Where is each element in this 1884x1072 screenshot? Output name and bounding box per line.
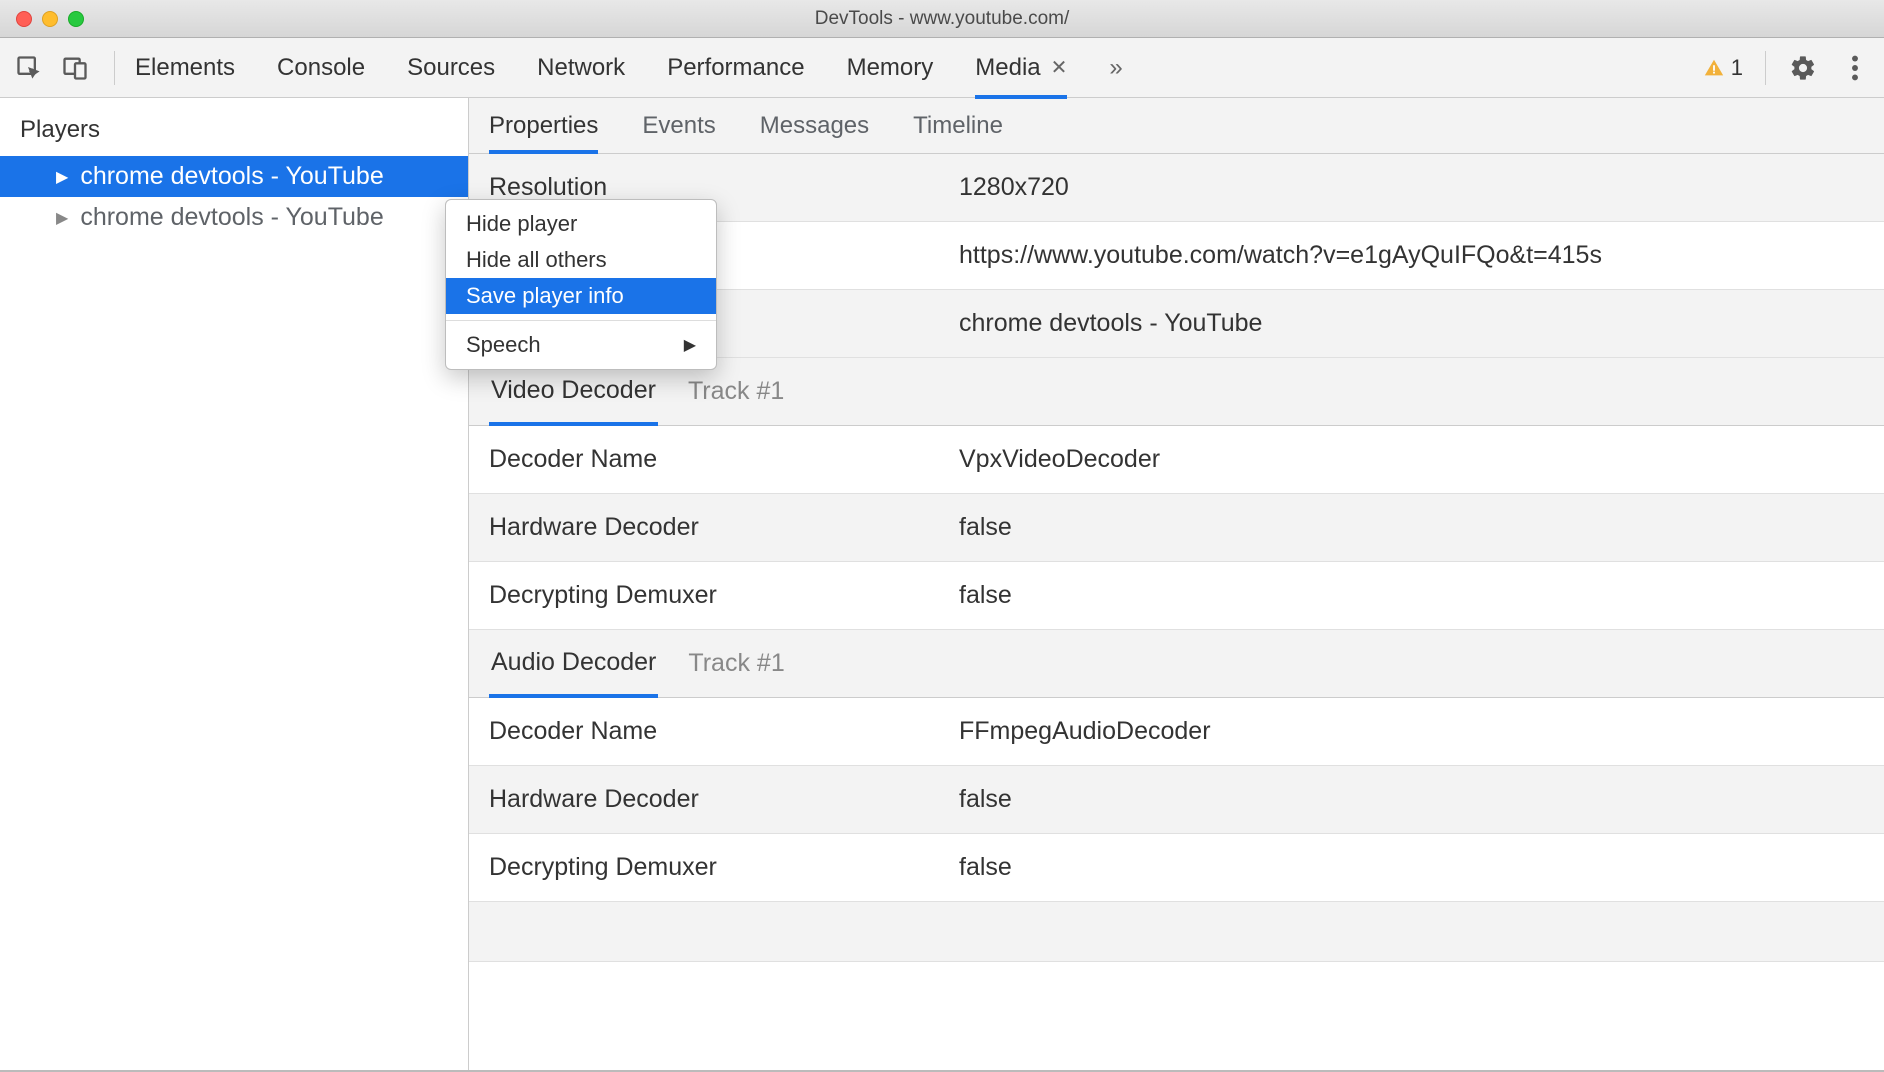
menu-save-player-info[interactable]: Save player info — [446, 278, 716, 314]
section-label: Video Decoder — [491, 376, 656, 405]
device-toolbar-icon[interactable] — [60, 53, 90, 83]
warning-count: 1 — [1731, 55, 1743, 81]
panel-subtabs: Properties Events Messages Timeline — [469, 98, 1884, 154]
more-tabs-button[interactable]: » — [1109, 38, 1122, 98]
player-item[interactable]: ▶ chrome devtools - YouTube — [0, 197, 468, 238]
more-options-icon[interactable] — [1840, 53, 1870, 83]
property-value: false — [959, 853, 1012, 882]
subtab-timeline[interactable]: Timeline — [913, 98, 1003, 153]
property-value: VpxVideoDecoder — [959, 445, 1160, 474]
section-track: Track #1 — [688, 377, 784, 406]
close-window-button[interactable] — [16, 11, 32, 27]
property-key: Decoder Name — [489, 717, 959, 746]
traffic-lights — [16, 11, 84, 27]
menu-speech[interactable]: Speech ▶ — [446, 327, 716, 363]
main-content: Players ▶ chrome devtools - YouTube ▶ ch… — [0, 98, 1884, 1072]
property-row: Hardware Decoder false — [469, 766, 1884, 834]
disclosure-triangle-icon: ▶ — [56, 167, 68, 187]
property-value: https://www.youtube.com/watch?v=e1gAyQuI… — [959, 241, 1602, 270]
player-item-label: chrome devtools - YouTube — [80, 162, 383, 191]
menu-hide-all-others[interactable]: Hide all others — [446, 242, 716, 278]
submenu-arrow-icon: ▶ — [684, 335, 696, 355]
property-row: Decrypting Demuxer false — [469, 562, 1884, 630]
subtab-events[interactable]: Events — [642, 98, 715, 153]
tab-console[interactable]: Console — [277, 38, 365, 98]
players-sidebar: Players ▶ chrome devtools - YouTube ▶ ch… — [0, 98, 469, 1070]
property-value: false — [959, 785, 1012, 814]
player-item-label: chrome devtools - YouTube — [80, 203, 383, 232]
minimize-window-button[interactable] — [42, 11, 58, 27]
menu-speech-label: Speech — [466, 332, 541, 358]
disclosure-triangle-icon: ▶ — [56, 208, 68, 228]
property-row: Decrypting Demuxer false — [469, 834, 1884, 902]
settings-gear-icon[interactable] — [1788, 53, 1818, 83]
menu-separator — [446, 320, 716, 321]
property-row: Decoder Name FFmpegAudioDecoder — [469, 698, 1884, 766]
property-value: false — [959, 581, 1012, 610]
window-title: DevTools - www.youtube.com/ — [16, 8, 1868, 30]
sidebar-header: Players — [0, 98, 468, 156]
tab-media[interactable]: Media ✕ — [975, 38, 1067, 98]
property-row: Decoder Name VpxVideoDecoder — [469, 426, 1884, 494]
empty-row — [469, 902, 1884, 962]
property-value: FFmpegAudioDecoder — [959, 717, 1211, 746]
subtab-messages[interactable]: Messages — [760, 98, 869, 153]
tab-elements[interactable]: Elements — [135, 38, 235, 98]
titlebar: DevTools - www.youtube.com/ — [0, 0, 1884, 38]
property-row: Hardware Decoder false — [469, 494, 1884, 562]
devtools-toolbar: Elements Console Sources Network Perform… — [0, 38, 1884, 98]
toolbar-divider — [1765, 51, 1766, 85]
context-menu: Hide player Hide all others Save player … — [445, 199, 717, 370]
tab-network[interactable]: Network — [537, 38, 625, 98]
close-icon[interactable]: ✕ — [1051, 55, 1068, 80]
property-key: Hardware Decoder — [489, 513, 959, 542]
section-label: Audio Decoder — [491, 648, 656, 677]
player-item-selected[interactable]: ▶ chrome devtools - YouTube — [0, 156, 468, 197]
warnings-badge[interactable]: 1 — [1703, 55, 1743, 81]
zoom-window-button[interactable] — [68, 11, 84, 27]
subtab-properties[interactable]: Properties — [489, 98, 598, 153]
section-track: Track #1 — [688, 649, 784, 678]
property-key: Decoder Name — [489, 445, 959, 474]
tab-media-label: Media — [975, 54, 1040, 82]
property-key: Decrypting Demuxer — [489, 853, 959, 882]
menu-hide-player[interactable]: Hide player — [446, 206, 716, 242]
inspect-element-icon[interactable] — [14, 53, 44, 83]
tab-sources[interactable]: Sources — [407, 38, 495, 98]
property-value: false — [959, 513, 1012, 542]
property-value: chrome devtools - YouTube — [959, 309, 1262, 338]
toolbar-divider — [114, 51, 115, 85]
property-key: Decrypting Demuxer — [489, 581, 959, 610]
property-value: 1280x720 — [959, 173, 1069, 202]
tab-performance[interactable]: Performance — [667, 38, 804, 98]
property-key: Resolution — [489, 173, 959, 202]
panel-tabs: Elements Console Sources Network Perform… — [135, 38, 1123, 98]
section-audio-decoder: Audio Decoder Track #1 — [469, 630, 1884, 698]
property-key: Hardware Decoder — [489, 785, 959, 814]
warning-icon — [1703, 57, 1725, 79]
tab-memory[interactable]: Memory — [847, 38, 934, 98]
